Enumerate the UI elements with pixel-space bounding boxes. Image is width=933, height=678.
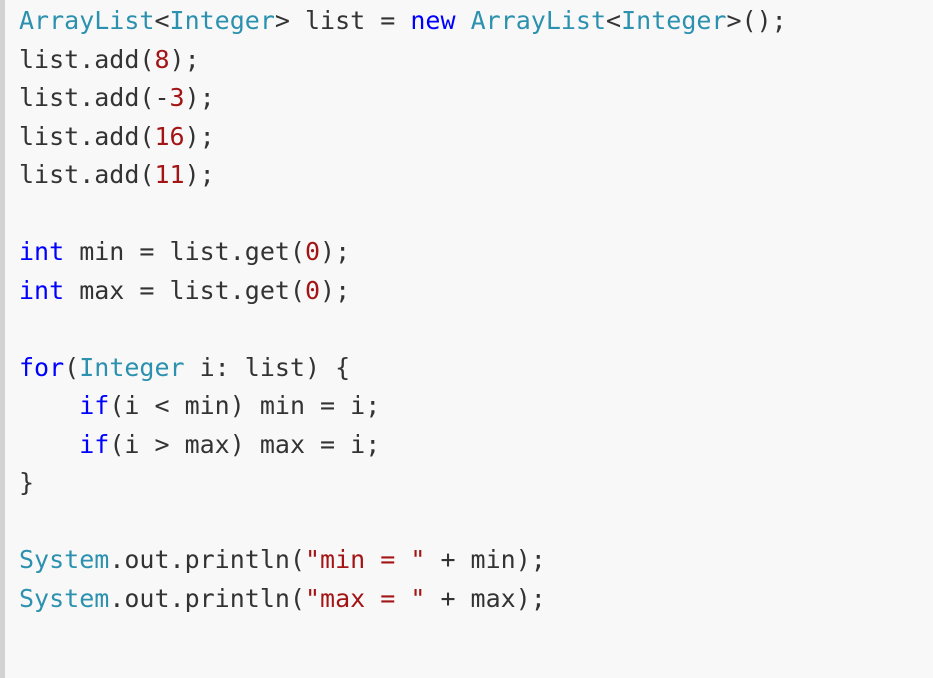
code-line: int max = list.get(0); [19,272,787,311]
code-line: int min = list.get(0); [19,233,787,272]
code-token-number: 8 [154,44,170,74]
code-token-text: list.add( [19,44,155,74]
code-line: if(i < min) min = i; [19,387,787,426]
code-block: ArrayList<Integer> list = new ArrayList<… [0,0,933,678]
code-token-text: min = list.get( [64,237,305,266]
code-token-type: Integer [169,6,275,35]
code-token-text: ( [64,352,80,382]
code-token-text: < [154,6,170,35]
code-token-text: ); [184,160,215,189]
code-token-type: Integer [621,6,727,35]
code-token-type: ArrayList [19,6,155,35]
code-token-number: 0 [304,275,321,305]
code-line: list.add(8); [19,41,787,80]
code-line: System.out.println("max = " + max); [19,580,787,619]
code-token-keyword: for [19,352,65,382]
code-token-text: + min); [425,545,546,574]
code-token-text: + max); [425,583,546,613]
code-token-text: list.add( [19,121,155,151]
code-token-text: ); [184,121,215,151]
code-token-number: 16 [154,121,185,151]
code-token-text: >(); [726,6,787,35]
code-token-type: System [19,583,110,613]
code-line: list.add(16); [19,118,787,157]
code-line: list.add(11); [19,156,787,195]
code-token-string: "min = " [304,545,426,574]
code-token-text: } [19,468,35,497]
code-token-text: (i > max) max = i; [109,429,381,459]
code-token-text: < [606,6,622,35]
code-token-keyword: new [410,6,456,35]
code-token-text: ); [320,237,351,266]
code-token-text: list.add(- [19,83,170,112]
code-token-text: (i < min) min = i; [109,391,381,420]
code-token-number: 0 [304,237,321,266]
code-token-string: "max = " [304,583,426,613]
code-line: for(Integer i: list) { [19,349,787,388]
code-token-keyword: int [19,237,65,266]
code-token-text: max = list.get( [64,275,305,305]
code-line: ArrayList<Integer> list = new ArrayList<… [19,2,787,41]
code-token-type: System [19,545,110,574]
code-token-keyword: int [19,275,65,305]
code-token-text: .out.println( [109,545,305,574]
code-line: list.add(-3); [19,79,787,118]
code-token-text: .out.println( [109,583,305,613]
code-token-text: list.add( [19,160,155,189]
code-token-type: Integer [79,352,185,382]
code-token-number: 3 [169,83,185,112]
code-token-text: i: list) { [184,352,351,382]
code-line: if(i > max) max = i; [19,426,787,465]
code-token-keyword: if [79,391,110,420]
code-token-number: 11 [154,160,185,189]
code-line: System.out.println("min = " + min); [19,541,787,580]
code-listing: ArrayList<Integer> list = new ArrayList<… [19,2,787,618]
code-token-text: ); [184,83,215,112]
code-token-text: ); [169,44,200,74]
code-token-text: ); [320,275,351,305]
code-token-type: ArrayList [470,6,607,35]
code-token-text: > list = [274,6,411,35]
code-line: } [19,464,787,503]
code-token-keyword: if [79,429,110,459]
